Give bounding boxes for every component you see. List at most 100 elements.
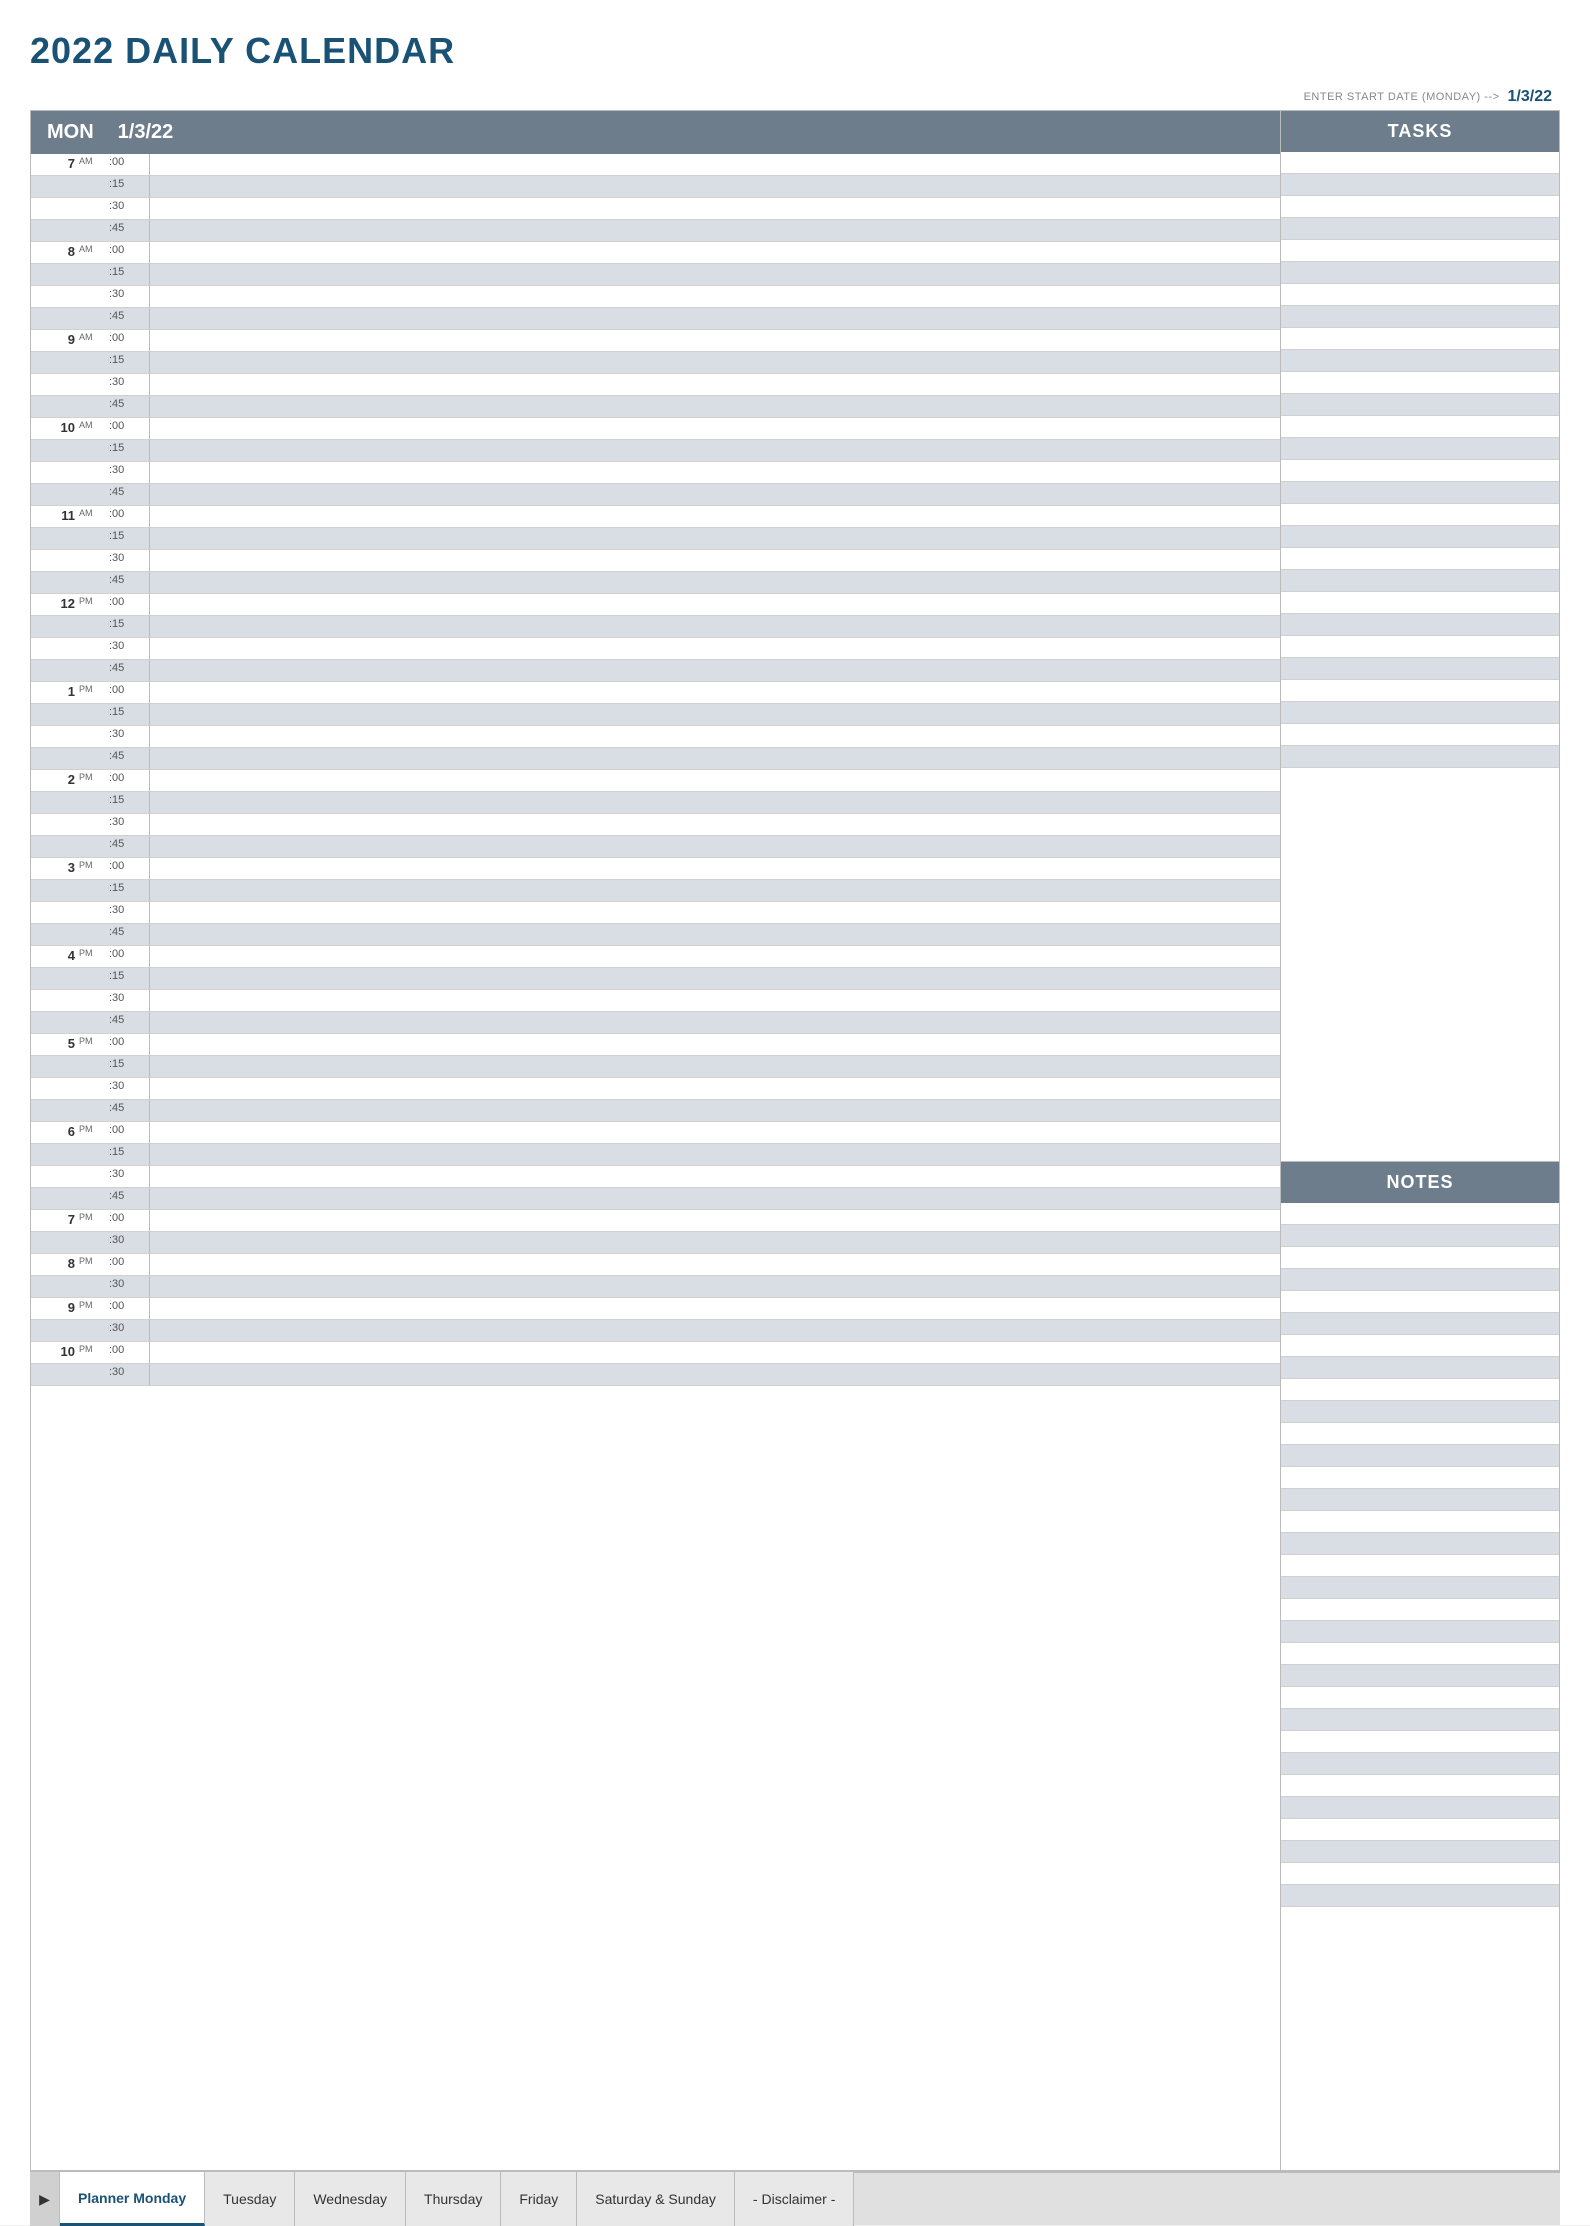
event-cell[interactable] bbox=[149, 660, 1280, 681]
time-row[interactable]: 1PM:00 bbox=[31, 682, 1280, 704]
task-row[interactable] bbox=[1281, 482, 1559, 504]
time-row[interactable]: 8PM:00 bbox=[31, 1254, 1280, 1276]
event-cell[interactable] bbox=[149, 1342, 1280, 1363]
task-row[interactable] bbox=[1281, 526, 1559, 548]
time-row[interactable]: :45 bbox=[31, 1188, 1280, 1210]
time-row[interactable]: 12PM:00 bbox=[31, 594, 1280, 616]
note-row[interactable] bbox=[1281, 1379, 1559, 1401]
note-row[interactable] bbox=[1281, 1313, 1559, 1335]
note-row[interactable] bbox=[1281, 1489, 1559, 1511]
event-cell[interactable] bbox=[149, 308, 1280, 329]
event-cell[interactable] bbox=[149, 242, 1280, 263]
event-cell[interactable] bbox=[149, 1100, 1280, 1121]
note-row[interactable] bbox=[1281, 1357, 1559, 1379]
tab---disclaimer--[interactable]: - Disclaimer - bbox=[735, 2172, 854, 2226]
time-row[interactable]: :30 bbox=[31, 374, 1280, 396]
event-cell[interactable] bbox=[149, 616, 1280, 637]
note-row[interactable] bbox=[1281, 1665, 1559, 1687]
event-cell[interactable] bbox=[149, 1210, 1280, 1231]
event-cell[interactable] bbox=[149, 374, 1280, 395]
event-cell[interactable] bbox=[149, 286, 1280, 307]
task-row[interactable] bbox=[1281, 240, 1559, 262]
time-row[interactable]: :15 bbox=[31, 352, 1280, 374]
event-cell[interactable] bbox=[149, 1034, 1280, 1055]
event-cell[interactable] bbox=[149, 550, 1280, 571]
task-row[interactable] bbox=[1281, 680, 1559, 702]
event-cell[interactable] bbox=[149, 990, 1280, 1011]
event-cell[interactable] bbox=[149, 880, 1280, 901]
event-cell[interactable] bbox=[149, 924, 1280, 945]
event-cell[interactable] bbox=[149, 1056, 1280, 1077]
time-row[interactable]: :15 bbox=[31, 1144, 1280, 1166]
event-cell[interactable] bbox=[149, 572, 1280, 593]
event-cell[interactable] bbox=[149, 770, 1280, 791]
event-cell[interactable] bbox=[149, 594, 1280, 615]
time-row[interactable]: :30 bbox=[31, 462, 1280, 484]
event-cell[interactable] bbox=[149, 396, 1280, 417]
task-row[interactable] bbox=[1281, 394, 1559, 416]
note-row[interactable] bbox=[1281, 1511, 1559, 1533]
event-cell[interactable] bbox=[149, 814, 1280, 835]
time-row[interactable]: 9PM:00 bbox=[31, 1298, 1280, 1320]
time-row[interactable]: :30 bbox=[31, 1078, 1280, 1100]
note-row[interactable] bbox=[1281, 1841, 1559, 1863]
note-row[interactable] bbox=[1281, 1709, 1559, 1731]
task-row[interactable] bbox=[1281, 702, 1559, 724]
time-row[interactable]: :30 bbox=[31, 638, 1280, 660]
note-row[interactable] bbox=[1281, 1269, 1559, 1291]
note-row[interactable] bbox=[1281, 1885, 1559, 1907]
task-row[interactable] bbox=[1281, 592, 1559, 614]
time-row[interactable]: :45 bbox=[31, 572, 1280, 594]
task-row[interactable] bbox=[1281, 218, 1559, 240]
time-row[interactable]: :15 bbox=[31, 1056, 1280, 1078]
tab-scroll-left[interactable]: ▶ bbox=[30, 2172, 60, 2226]
time-row[interactable]: 2PM:00 bbox=[31, 770, 1280, 792]
task-row[interactable] bbox=[1281, 152, 1559, 174]
note-row[interactable] bbox=[1281, 1335, 1559, 1357]
task-row[interactable] bbox=[1281, 196, 1559, 218]
time-row[interactable]: :45 bbox=[31, 308, 1280, 330]
event-cell[interactable] bbox=[149, 726, 1280, 747]
event-cell[interactable] bbox=[149, 264, 1280, 285]
note-row[interactable] bbox=[1281, 1797, 1559, 1819]
task-row[interactable] bbox=[1281, 350, 1559, 372]
time-row[interactable]: :30 bbox=[31, 1232, 1280, 1254]
event-cell[interactable] bbox=[149, 1254, 1280, 1275]
time-row[interactable]: 10AM:00 bbox=[31, 418, 1280, 440]
note-row[interactable] bbox=[1281, 1775, 1559, 1797]
time-row[interactable]: :45 bbox=[31, 748, 1280, 770]
note-row[interactable] bbox=[1281, 1577, 1559, 1599]
tab-planner-monday[interactable]: Planner Monday bbox=[60, 2172, 205, 2226]
event-cell[interactable] bbox=[149, 1232, 1280, 1253]
event-cell[interactable] bbox=[149, 1298, 1280, 1319]
task-row[interactable] bbox=[1281, 504, 1559, 526]
event-cell[interactable] bbox=[149, 330, 1280, 351]
time-row[interactable]: :30 bbox=[31, 1276, 1280, 1298]
note-row[interactable] bbox=[1281, 1247, 1559, 1269]
time-row[interactable]: :15 bbox=[31, 440, 1280, 462]
tab-friday[interactable]: Friday bbox=[501, 2172, 577, 2226]
time-row[interactable]: :15 bbox=[31, 704, 1280, 726]
event-cell[interactable] bbox=[149, 704, 1280, 725]
event-cell[interactable] bbox=[149, 946, 1280, 967]
note-row[interactable] bbox=[1281, 1819, 1559, 1841]
time-row[interactable]: 7AM:00 bbox=[31, 154, 1280, 176]
note-row[interactable] bbox=[1281, 1203, 1559, 1225]
task-row[interactable] bbox=[1281, 636, 1559, 658]
tab-saturday--sunday[interactable]: Saturday & Sunday bbox=[577, 2172, 735, 2226]
time-row[interactable]: :45 bbox=[31, 924, 1280, 946]
time-row[interactable]: :30 bbox=[31, 990, 1280, 1012]
task-row[interactable] bbox=[1281, 416, 1559, 438]
note-row[interactable] bbox=[1281, 1731, 1559, 1753]
note-row[interactable] bbox=[1281, 1599, 1559, 1621]
time-row[interactable]: :45 bbox=[31, 660, 1280, 682]
time-row[interactable]: :45 bbox=[31, 484, 1280, 506]
time-row[interactable]: :30 bbox=[31, 902, 1280, 924]
event-cell[interactable] bbox=[149, 484, 1280, 505]
note-row[interactable] bbox=[1281, 1291, 1559, 1313]
task-row[interactable] bbox=[1281, 438, 1559, 460]
time-row[interactable]: :30 bbox=[31, 1320, 1280, 1342]
task-row[interactable] bbox=[1281, 284, 1559, 306]
event-cell[interactable] bbox=[149, 1320, 1280, 1341]
time-row[interactable]: 4PM:00 bbox=[31, 946, 1280, 968]
